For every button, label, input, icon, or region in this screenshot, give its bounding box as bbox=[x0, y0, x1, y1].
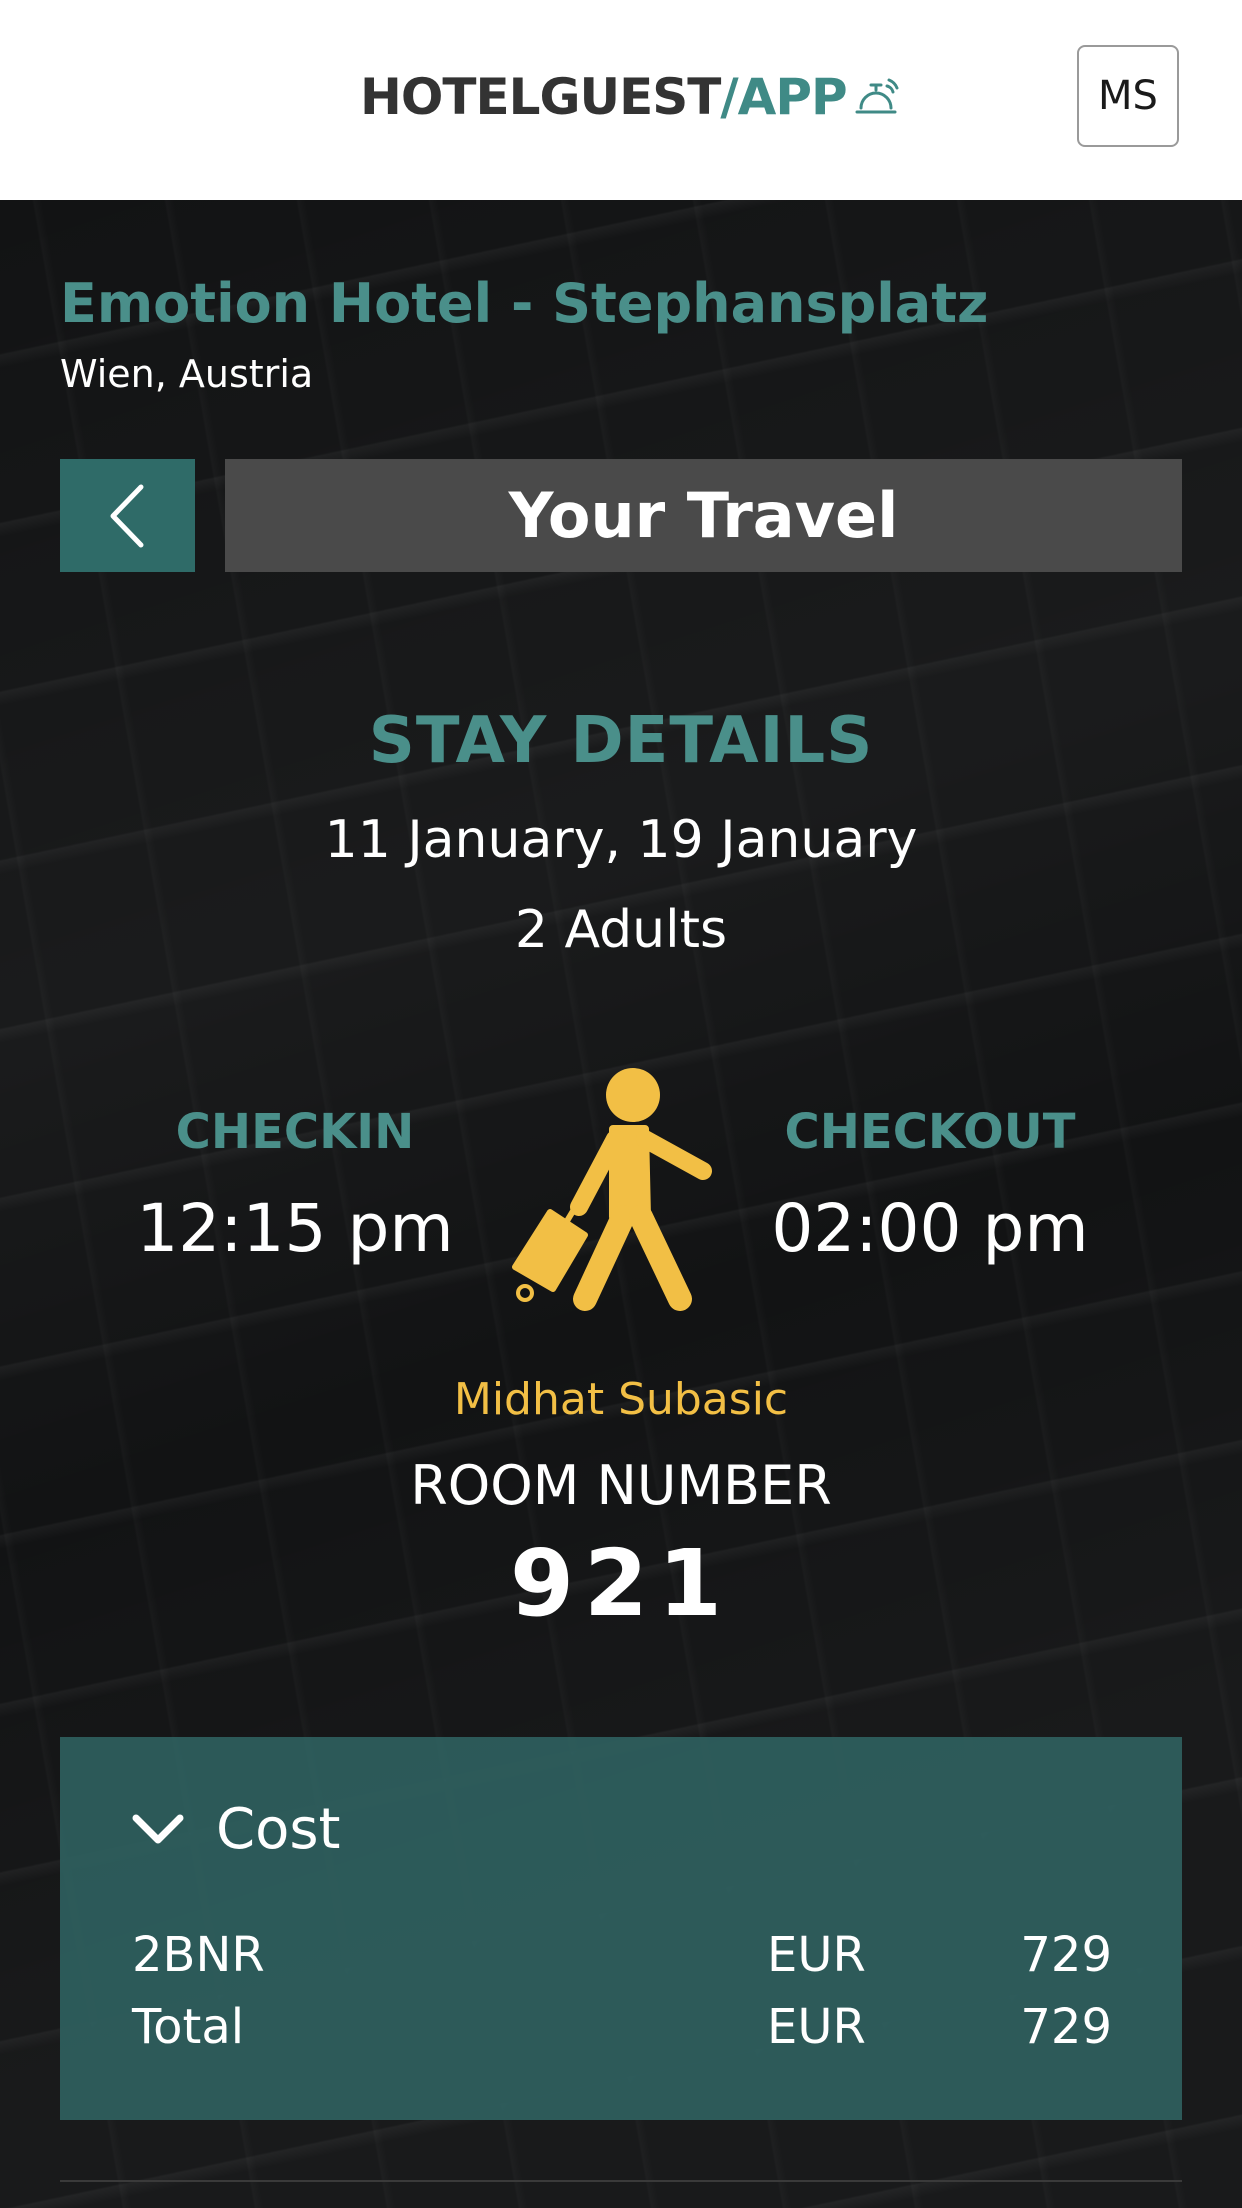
checkout-time: 02:00 pm bbox=[771, 1190, 1089, 1267]
logo-text-secondary: /APP bbox=[720, 68, 847, 126]
stay-dates: 11 January, 19 January bbox=[324, 810, 918, 870]
chevron-left-icon bbox=[110, 484, 143, 547]
cost-toggle[interactable]: Cost bbox=[130, 1797, 341, 1862]
cost-panel: Cost 2BNR EUR 729 Total EUR 729 bbox=[60, 1737, 1182, 2120]
guest-name: Midhat Subasic bbox=[453, 1374, 789, 1425]
traveler-with-luggage-icon bbox=[512, 1068, 712, 1311]
cost-row: 2BNR EUR 729 bbox=[132, 1927, 1112, 1987]
chevron-down-icon bbox=[132, 1814, 184, 1843]
cost-total-label: Total bbox=[132, 1999, 245, 2055]
cost-total-currency: EUR bbox=[767, 1999, 866, 2055]
cost-item-currency: EUR bbox=[767, 1927, 866, 1983]
checkin-time: 12:15 pm bbox=[136, 1190, 454, 1267]
cost-row-total: Total EUR 729 bbox=[132, 1999, 1112, 2059]
app-header: HOTELGUEST /APP MS bbox=[0, 0, 1242, 200]
service-bell-icon bbox=[855, 78, 899, 114]
divider bbox=[60, 2180, 1182, 2182]
app-logo[interactable]: HOTELGUEST /APP bbox=[360, 68, 899, 126]
checkin-label: CHECKIN bbox=[175, 1104, 415, 1160]
checkout-label: CHECKOUT bbox=[784, 1104, 1076, 1160]
stay-guests: 2 Adults bbox=[514, 900, 728, 960]
hotel-name: Emotion Hotel - Stephansplatz bbox=[60, 272, 989, 335]
logo-text-primary: HOTELGUEST bbox=[360, 68, 721, 126]
cost-title: Cost bbox=[216, 1797, 341, 1862]
room-number-label: ROOM NUMBER bbox=[410, 1454, 832, 1517]
page-title: Your Travel bbox=[225, 459, 1182, 572]
main-content: Emotion Hotel - Stephansplatz Wien, Aust… bbox=[0, 200, 1242, 2208]
back-button[interactable] bbox=[60, 459, 195, 572]
cost-total-amount: 729 bbox=[1020, 1999, 1112, 2055]
stay-details-heading: STAY DETAILS bbox=[368, 704, 874, 778]
room-number-value: 921 bbox=[509, 1530, 733, 1637]
hotel-location: Wien, Austria bbox=[60, 352, 314, 396]
cost-item-label: 2BNR bbox=[132, 1927, 265, 1983]
user-avatar[interactable]: MS bbox=[1077, 45, 1179, 147]
cost-item-amount: 729 bbox=[1020, 1927, 1112, 1983]
